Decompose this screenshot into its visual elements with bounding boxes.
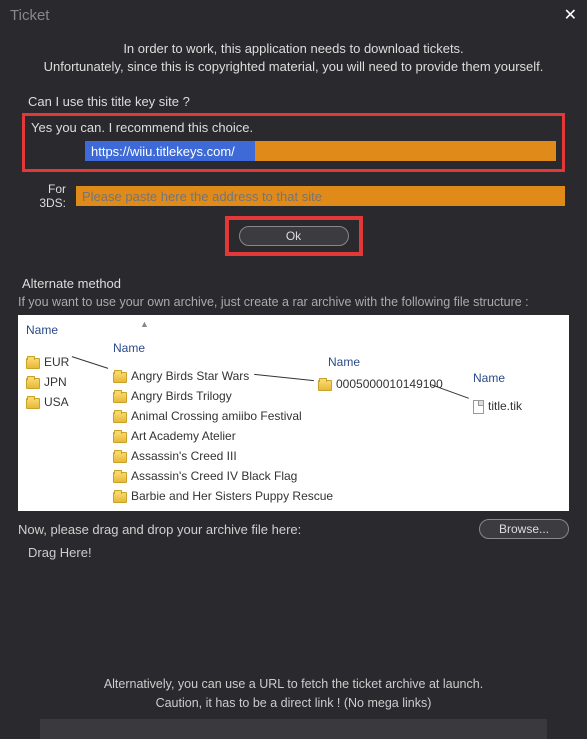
folder-icon <box>113 412 127 423</box>
folder-icon <box>113 472 127 483</box>
bottom-line2: Caution, it has to be a direct link ! (N… <box>0 694 587 713</box>
wiiu-row <box>31 141 556 161</box>
game-folder[interactable]: Animal Crossing amiibo Festival <box>113 409 302 423</box>
folder-icon <box>113 372 127 383</box>
folder-icon <box>113 392 127 403</box>
game-folder[interactable]: Art Academy Atelier <box>113 429 236 443</box>
drag-prompt: Now, please drag and drop your archive f… <box>18 522 301 537</box>
folder-icon <box>26 378 40 389</box>
folder-icon <box>113 492 127 503</box>
file-browser: Name ▲ Name Name Name EUR JPN USA Angry … <box>18 315 569 511</box>
sort-arrow-icon: ▲ <box>140 319 149 329</box>
bottom-text: Alternatively, you can use a URL to fetc… <box>0 675 587 713</box>
ok-button[interactable]: Ok <box>239 226 349 246</box>
column-name-1: Name <box>26 323 58 337</box>
alternate-heading: Alternate method <box>22 276 587 291</box>
folder-icon <box>318 380 332 391</box>
column-name-2: Name <box>113 341 145 355</box>
highlight-box-recommend: Yes you can. I recommend this choice. <box>22 113 565 172</box>
game-folder[interactable]: Assassin's Creed IV Black Flag <box>113 469 297 483</box>
for3ds-label: For 3DS: <box>22 182 66 210</box>
game-folder[interactable]: Angry Birds Trilogy <box>113 389 232 403</box>
column-name-3: Name <box>328 355 360 369</box>
region-folder[interactable]: EUR <box>26 355 69 369</box>
folder-icon <box>113 452 127 463</box>
intro-text: In order to work, this application needs… <box>30 40 557 76</box>
connector-line <box>254 374 314 381</box>
region-folder[interactable]: USA <box>26 395 69 409</box>
folder-icon <box>113 432 127 443</box>
titleid-folder[interactable]: 0005000010149100 <box>318 377 443 391</box>
game-folder[interactable]: Barbie and Her Sisters Puppy Rescue <box>113 489 333 503</box>
titlekey-question: Can I use this title key site ? <box>28 94 587 109</box>
close-icon[interactable]: ✕ <box>564 5 577 25</box>
window-title: Ticket <box>10 7 49 24</box>
connector-line <box>72 357 108 370</box>
file-icon <box>473 400 484 414</box>
intro-line1: In order to work, this application needs… <box>30 40 557 58</box>
game-folder[interactable]: Assassin's Creed III <box>113 449 237 463</box>
launch-url-input[interactable] <box>40 719 547 739</box>
folder-icon <box>26 398 40 409</box>
connector-line <box>431 385 469 400</box>
highlight-box-ok: Ok <box>225 216 363 256</box>
drag-here-area[interactable]: Drag Here! <box>28 545 587 560</box>
intro-line2: Unfortunately, since this is copyrighted… <box>30 58 557 76</box>
column-name-4: Name <box>473 371 505 385</box>
ok-row: Ok <box>0 216 587 256</box>
game-folder[interactable]: Angry Birds Star Wars <box>113 369 249 383</box>
folder-icon <box>26 358 40 369</box>
for3ds-url-input[interactable] <box>76 186 565 206</box>
drag-row: Now, please drag and drop your archive f… <box>18 519 569 539</box>
ticket-file[interactable]: title.tik <box>473 399 522 414</box>
recommend-text: Yes you can. I recommend this choice. <box>31 120 556 135</box>
region-folder[interactable]: JPN <box>26 375 67 389</box>
alternate-desc: If you want to use your own archive, jus… <box>18 295 569 309</box>
titlebar: Ticket ✕ <box>0 0 587 30</box>
bottom-line1: Alternatively, you can use a URL to fetc… <box>0 675 587 694</box>
browse-button[interactable]: Browse... <box>479 519 569 539</box>
row-3ds: For 3DS: <box>22 182 565 210</box>
wiiu-url-input[interactable] <box>85 141 556 161</box>
